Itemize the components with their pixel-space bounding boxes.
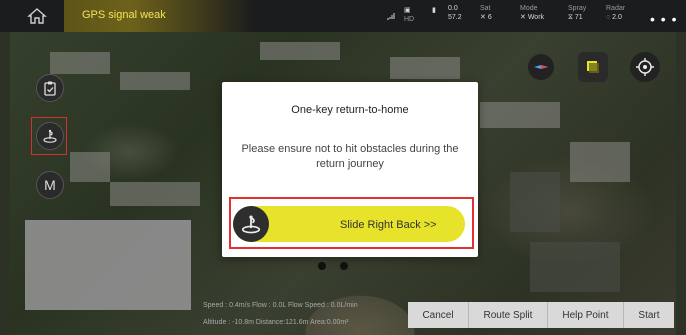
return-home-icon [241,215,261,234]
return-home-button[interactable] [36,122,64,150]
crosshair-icon [636,58,654,76]
signal-icon [386,12,396,23]
spray-label: Spray [568,5,587,12]
hd-label: HD [404,16,415,23]
app-screen: GPS signal weak ▣ HD ▮ 0.0 57.2 Sat ✕ 6 … [0,0,686,335]
gps-warning-banner: GPS signal weak [64,0,254,32]
flight-stats-line2: Altitude : -10.8m Distance:121.6m Area:0… [203,319,349,326]
dialog-title: One-key return-to-home [291,104,409,116]
map-building [70,152,110,182]
satellite-status: Sat ✕ 6 [480,4,492,22]
camera-preview-panel[interactable] [25,220,191,310]
slide-right-label: Slide Right Back >> [340,219,437,231]
spray-status: Spray ⧖ 71 [568,4,586,22]
flight-stats-line1: Speed : 0.4m/s Flow : 0.0L Flow Speed : … [203,302,358,309]
radar-value: 2.0 [612,14,622,21]
controller-icon: ▣ [404,7,411,14]
aircraft-marker [318,257,362,275]
map-building [260,42,340,60]
manual-mode-label: M [44,177,56,193]
clipboard-check-icon [44,81,56,96]
spray-value: 71 [574,14,583,21]
map-building [480,102,560,128]
battery-status: 0.0 57.2 [448,4,462,22]
clipboard-check-button[interactable] [36,74,64,102]
video-link-status: ▣ HD [404,6,414,24]
mode-icon: ✕ [520,14,526,21]
battery-value-bottom: 57.2 [448,14,462,21]
mode-value: Work [527,14,545,21]
compass-button[interactable] [528,54,554,80]
slide-to-return-handle[interactable] [233,206,269,242]
compass-icon [534,65,548,69]
sat-label: Sat [480,5,491,12]
manual-mode-button[interactable]: M [36,171,64,199]
radar-label: Radar [606,5,626,12]
locate-button[interactable] [630,52,660,82]
start-button[interactable]: Start [624,302,674,328]
mode-label: Mode [520,5,538,12]
battery-value-top: 0.0 [448,5,458,12]
bottom-action-bar: Cancel Route Split Help Point Start [408,302,674,328]
top-status-bar: GPS signal weak ▣ HD ▮ 0.0 57.2 Sat ✕ 6 … [0,0,686,32]
layers-button[interactable] [578,52,608,82]
map-building [110,182,200,206]
radar-status: Radar ◌ 2.0 [606,4,625,22]
map-building [510,172,560,232]
return-home-icon [43,129,57,143]
more-menu-icon[interactable]: • • • [650,11,677,27]
home-icon[interactable] [26,7,48,25]
radar-icon: ◌ [606,14,611,21]
battery-icon: ▮ [432,7,436,14]
mode-status: Mode ✕ Work [520,4,544,22]
map-building [530,242,620,292]
spray-icon: ⧖ [568,14,573,21]
dialog-message: Please ensure not to hit obstacles durin… [241,143,459,170]
layers-icon [587,61,599,73]
cancel-button[interactable]: Cancel [408,302,470,328]
map-building [570,142,630,182]
sat-value: 6 [487,14,492,21]
map-building [390,57,460,79]
gps-warning-text: GPS signal weak [82,9,166,21]
help-point-button[interactable]: Help Point [548,302,624,328]
satellite-icon: ✕ [480,14,486,21]
map-building [120,72,190,90]
map-building [50,52,110,74]
route-split-button[interactable]: Route Split [469,302,548,328]
